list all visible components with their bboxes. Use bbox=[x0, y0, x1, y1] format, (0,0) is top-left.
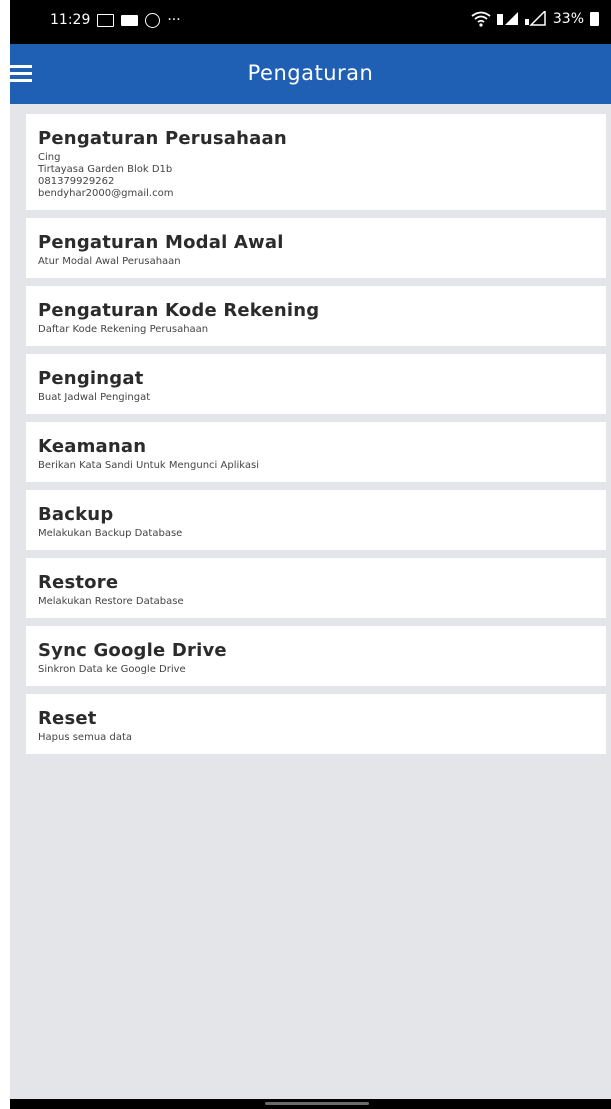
settings-content: Pengaturan Perusahaan Cing Tirtayasa Garde… bbox=[10, 104, 611, 1099]
settings-list: Pengaturan Perusahaan Cing Tirtayasa Garde… bbox=[26, 114, 606, 762]
message-notification-icon bbox=[121, 14, 139, 26]
settings-item-subtitle: bendyhar2000@gmail.com bbox=[38, 188, 174, 199]
settings-item-subtitle: Berikan Kata Sandi Untuk Mengunci Aplika… bbox=[38, 460, 259, 471]
settings-item-subtitle: Atur Modal Awal Perusahaan bbox=[38, 256, 181, 267]
status-bar: 11:29 ··· 33% bbox=[10, 0, 611, 44]
home-gesture-handle[interactable] bbox=[265, 1102, 369, 1105]
settings-item-subtitle: Melakukan Restore Database bbox=[38, 596, 184, 607]
settings-item-title: Pengaturan Kode Rekening bbox=[38, 300, 320, 321]
settings-item-subtitle: Sinkron Data ke Google Drive bbox=[38, 664, 186, 675]
wifi-icon bbox=[471, 11, 491, 27]
settings-item-subtitle: Daftar Kode Rekening Perusahaan bbox=[38, 324, 209, 335]
status-left: 11:29 ··· bbox=[50, 12, 181, 28]
settings-item-title: Restore bbox=[38, 572, 119, 593]
signal-icon bbox=[496, 12, 518, 25]
settings-item-5[interactable]: Backup Melakukan Backup Database bbox=[26, 490, 606, 550]
navigation-bar bbox=[10, 1099, 611, 1109]
settings-item-4[interactable]: Keamanan Berikan Kata Sandi Untuk Mengunc… bbox=[26, 422, 606, 482]
more-notifications-icon: ··· bbox=[167, 12, 181, 28]
settings-item-subtitle: Tirtayasa Garden Blok D1b bbox=[38, 164, 173, 175]
settings-item-7[interactable]: Sync Google Drive Sinkron Data ke Google … bbox=[26, 626, 606, 686]
settings-item-title: Pengingat bbox=[38, 368, 144, 389]
settings-item-3[interactable]: Pengingat Buat Jadwal Pengingat bbox=[26, 354, 606, 414]
battery-icon bbox=[590, 12, 599, 26]
settings-item-title: Sync Google Drive bbox=[38, 640, 227, 661]
settings-item-title: Backup bbox=[38, 504, 114, 525]
settings-item-title: Keamanan bbox=[38, 436, 147, 457]
settings-item-title: Pengaturan Modal Awal bbox=[38, 232, 284, 253]
page-title: Pengaturan bbox=[247, 61, 374, 85]
clock-text: 11:29 bbox=[50, 12, 91, 28]
settings-item-0[interactable]: Pengaturan Perusahaan Cing Tirtayasa Garde… bbox=[26, 114, 606, 210]
battery-percent: 33% bbox=[552, 11, 584, 27]
settings-item-2[interactable]: Pengaturan Kode Rekening Daftar Kode Reke… bbox=[26, 286, 606, 346]
settings-item-subtitle: Hapus semua data bbox=[38, 732, 132, 743]
accessibility-notification-icon bbox=[145, 12, 161, 28]
settings-item-subtitle: Melakukan Backup Database bbox=[38, 528, 183, 539]
signal-icon-2 bbox=[524, 11, 546, 26]
settings-item-subtitle: Cing bbox=[38, 152, 61, 163]
settings-item-title: Pengaturan Perusahaan bbox=[38, 128, 287, 149]
settings-item-subtitle: Buat Jadwal Pengingat bbox=[38, 392, 151, 403]
settings-item-6[interactable]: Restore Melakukan Restore Database bbox=[26, 558, 606, 618]
settings-item-1[interactable]: Pengaturan Modal Awal Atur Modal Awal Per… bbox=[26, 218, 606, 278]
settings-item-title: Reset bbox=[38, 708, 97, 729]
gallery-notification-icon bbox=[97, 13, 115, 27]
settings-screen: 11:29 ··· 33% Pengaturan Pengaturan Peru… bbox=[0, 0, 611, 1109]
app-bar: Pengaturan bbox=[10, 44, 611, 104]
settings-item-subtitle: 081379929262 bbox=[38, 176, 115, 187]
status-right: 33% bbox=[471, 11, 599, 27]
settings-item-8[interactable]: Reset Hapus semua data bbox=[26, 694, 606, 754]
